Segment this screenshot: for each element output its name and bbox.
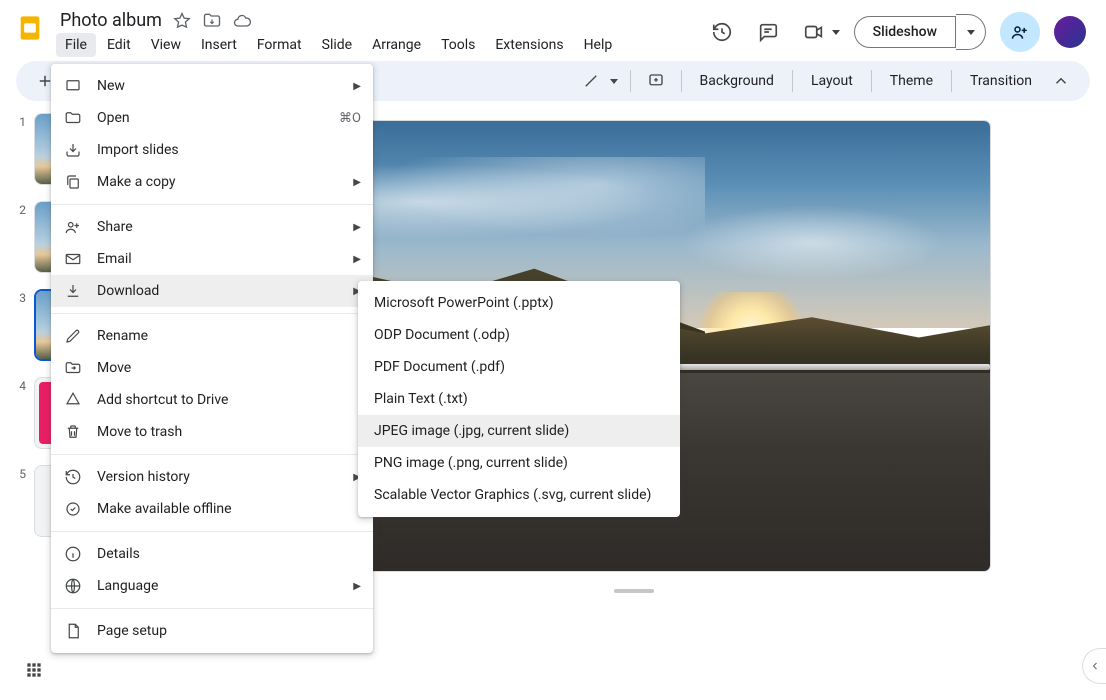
menubar-edit[interactable]: Edit — [98, 33, 140, 57]
menu-email[interactable]: Email▶ — [51, 243, 373, 275]
menubar: File Edit View Insert Format Slide Arran… — [56, 31, 698, 61]
share-icon — [63, 217, 83, 237]
folder-icon — [63, 108, 83, 128]
page-icon — [63, 621, 83, 641]
toolbar-collapse-icon[interactable] — [1044, 67, 1078, 95]
move-folder-icon[interactable] — [202, 11, 222, 31]
menu-download[interactable]: Download▶ — [51, 275, 373, 307]
menu-add-shortcut[interactable]: Add shortcut to Drive — [51, 384, 373, 416]
copy-icon — [63, 172, 83, 192]
trash-icon — [63, 422, 83, 442]
menu-import[interactable]: Import slides — [51, 134, 373, 166]
download-png[interactable]: PNG image (.png, current slide) — [358, 447, 680, 479]
speaker-notes-grip[interactable] — [614, 589, 654, 593]
menu-version-history[interactable]: Version history▶ — [51, 461, 373, 493]
header: Photo album File Edit View Insert Format… — [0, 0, 1106, 61]
menubar-slide[interactable]: Slide — [313, 33, 361, 57]
theme-button[interactable]: Theme — [880, 73, 943, 89]
download-pptx[interactable]: Microsoft PowerPoint (.pptx) — [358, 287, 680, 319]
menubar-extensions[interactable]: Extensions — [486, 33, 572, 57]
menu-trash[interactable]: Move to trash — [51, 416, 373, 448]
download-pdf[interactable]: PDF Document (.pdf) — [358, 351, 680, 383]
meet-icon[interactable] — [798, 16, 830, 48]
submenu-arrow-icon: ▶ — [353, 581, 361, 592]
slides-logo[interactable] — [12, 10, 48, 46]
menu-share[interactable]: Share▶ — [51, 211, 373, 243]
submenu-arrow-icon: ▶ — [353, 81, 361, 92]
menu-details[interactable]: Details — [51, 538, 373, 570]
menubar-tools[interactable]: Tools — [432, 33, 484, 57]
menu-page-setup[interactable]: Page setup — [51, 615, 373, 647]
download-svg[interactable]: Scalable Vector Graphics (.svg, current … — [358, 479, 680, 511]
cloud-status-icon[interactable] — [232, 11, 252, 31]
title-area: Photo album File Edit View Insert Format… — [56, 8, 698, 61]
submenu-arrow-icon: ▶ — [353, 177, 361, 188]
menu-move[interactable]: Move — [51, 352, 373, 384]
menubar-help[interactable]: Help — [575, 33, 622, 57]
share-button[interactable] — [1000, 12, 1040, 52]
download-odp[interactable]: ODP Document (.odp) — [358, 319, 680, 351]
document-title[interactable]: Photo album — [60, 10, 162, 31]
download-submenu: Microsoft PowerPoint (.pptx) ODP Documen… — [358, 281, 680, 517]
header-actions: Slideshow — [706, 12, 1094, 52]
history-icon[interactable] — [706, 16, 738, 48]
menu-language[interactable]: Language▶ — [51, 570, 373, 602]
menubar-insert[interactable]: Insert — [192, 33, 246, 57]
star-icon[interactable] — [172, 11, 192, 31]
menubar-arrange[interactable]: Arrange — [363, 33, 430, 57]
rename-icon — [63, 326, 83, 346]
menu-open[interactable]: Open⌘O — [51, 102, 373, 134]
email-icon — [63, 249, 83, 269]
background-button[interactable]: Background — [690, 73, 784, 89]
layout-button[interactable]: Layout — [801, 73, 863, 89]
file-menu: New▶ Open⌘O Import slides Make a copy▶ S… — [51, 64, 373, 653]
download-jpg[interactable]: JPEG image (.jpg, current slide) — [358, 415, 680, 447]
grid-view-button[interactable] — [24, 660, 48, 684]
slideshow-group: Slideshow — [854, 14, 986, 50]
comment-add-button[interactable] — [639, 67, 673, 95]
line-tool[interactable] — [574, 67, 608, 95]
offline-icon — [63, 499, 83, 519]
history-icon — [63, 467, 83, 487]
meet-caret-icon[interactable] — [832, 30, 840, 35]
move-icon — [63, 358, 83, 378]
slideshow-button[interactable]: Slideshow — [854, 16, 956, 48]
import-icon — [63, 140, 83, 160]
drive-shortcut-icon — [63, 390, 83, 410]
line-caret[interactable] — [610, 79, 618, 84]
menu-copy[interactable]: Make a copy▶ — [51, 166, 373, 198]
globe-icon — [63, 576, 83, 596]
menu-offline[interactable]: Make available offline — [51, 493, 373, 525]
comments-icon[interactable] — [752, 16, 784, 48]
submenu-arrow-icon: ▶ — [353, 254, 361, 265]
submenu-arrow-icon: ▶ — [353, 222, 361, 233]
slideshow-dropdown[interactable] — [956, 14, 986, 50]
menubar-view[interactable]: View — [142, 33, 190, 57]
menubar-format[interactable]: Format — [248, 33, 311, 57]
menu-rename[interactable]: Rename — [51, 320, 373, 352]
info-icon — [63, 544, 83, 564]
transition-button[interactable]: Transition — [960, 73, 1042, 89]
new-icon — [63, 76, 83, 96]
download-txt[interactable]: Plain Text (.txt) — [358, 383, 680, 415]
menu-new[interactable]: New▶ — [51, 70, 373, 102]
download-icon — [63, 281, 83, 301]
menubar-file[interactable]: File — [56, 33, 96, 57]
account-avatar[interactable] — [1054, 16, 1086, 48]
